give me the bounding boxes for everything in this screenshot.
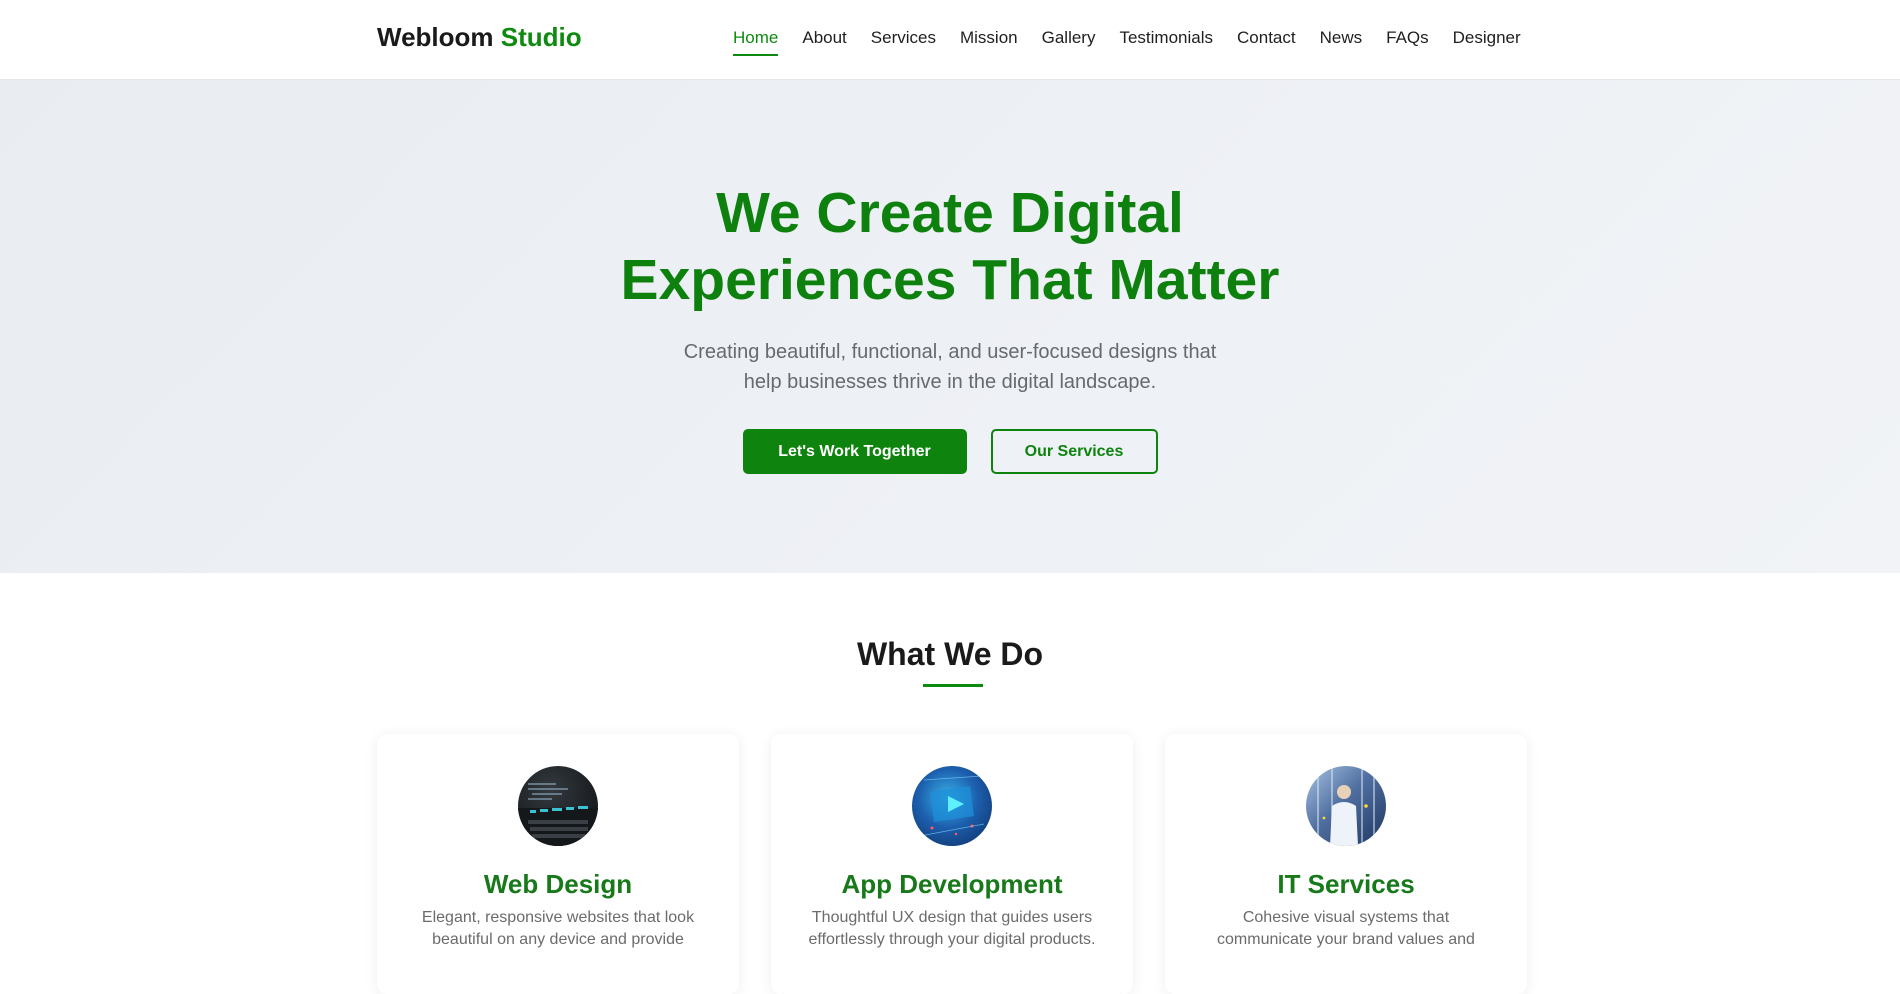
service-card-web-design[interactable]: Web Design Elegant, responsive websites …: [377, 734, 739, 994]
logo-accent: Studio: [500, 22, 582, 52]
our-services-button[interactable]: Our Services: [990, 429, 1158, 474]
card-description-line-1: Thoughtful UX design that guides users: [811, 909, 1093, 926]
card-title: Web Design: [483, 869, 633, 899]
nav-home[interactable]: Home: [733, 28, 779, 56]
logo[interactable]: Webloom Studio: [377, 22, 582, 53]
nav-about[interactable]: About: [802, 28, 846, 56]
hero-title: We Create Digital Experiences That Matte…: [0, 180, 1900, 314]
card-title: App Development: [841, 869, 1063, 899]
hero-title-line-1: We Create Digital: [716, 181, 1184, 245]
card-description: Elegant, responsive websites that look b…: [407, 907, 709, 951]
section-title-underline: [923, 684, 983, 687]
nav-mission[interactable]: Mission: [960, 28, 1018, 56]
hero-title-line-2: Experiences That Matter: [620, 248, 1280, 312]
nav-designer[interactable]: Designer: [1453, 28, 1521, 56]
hero-subtitle: Creating beautiful, functional, and user…: [0, 337, 1900, 397]
nav-services[interactable]: Services: [871, 28, 936, 56]
site-header: Webloom Studio Home About Services Missi…: [0, 0, 1900, 80]
app-development-image: [912, 766, 992, 846]
service-card-it-services[interactable]: IT Services Cohesive visual systems that…: [1165, 734, 1527, 994]
nav-news[interactable]: News: [1320, 28, 1363, 56]
work-together-button[interactable]: Let's Work Together: [742, 429, 967, 474]
card-description-line-1: Cohesive visual systems that: [1242, 909, 1450, 926]
logo-main: Webloom: [377, 22, 494, 52]
hero-subtitle-line-1: Creating beautiful, functional, and user…: [683, 341, 1217, 363]
it-services-image: [1306, 766, 1386, 846]
nav-faqs[interactable]: FAQs: [1386, 28, 1429, 56]
card-description: Cohesive visual systems that communicate…: [1195, 907, 1497, 951]
web-design-image: [518, 766, 598, 846]
card-description-line-2: effortlessly through your digital produc…: [808, 931, 1096, 948]
nav-contact[interactable]: Contact: [1237, 28, 1296, 56]
card-description: Thoughtful UX design that guides users e…: [801, 907, 1103, 951]
hero-subtitle-line-2: help businesses thrive in the digital la…: [743, 371, 1157, 393]
hero-section: We Create Digital Experiences That Matte…: [0, 80, 1900, 573]
card-description-line-2: beautiful on any device and provide: [432, 931, 684, 948]
card-title: IT Services: [1277, 869, 1415, 899]
card-description-line-1: Elegant, responsive websites that look: [421, 909, 695, 926]
nav-testimonials[interactable]: Testimonials: [1119, 28, 1213, 56]
section-title: What We Do: [856, 636, 1044, 672]
hero-buttons: Let's Work Together Our Services: [0, 429, 1900, 474]
card-description-line-2: communicate your brand values and: [1217, 931, 1475, 948]
main-nav: Home About Services Mission Gallery Test…: [733, 28, 1521, 56]
service-cards: Web Design Elegant, responsive websites …: [377, 734, 1527, 994]
service-card-app-development[interactable]: App Development Thoughtful UX design tha…: [771, 734, 1133, 994]
nav-gallery[interactable]: Gallery: [1042, 28, 1096, 56]
